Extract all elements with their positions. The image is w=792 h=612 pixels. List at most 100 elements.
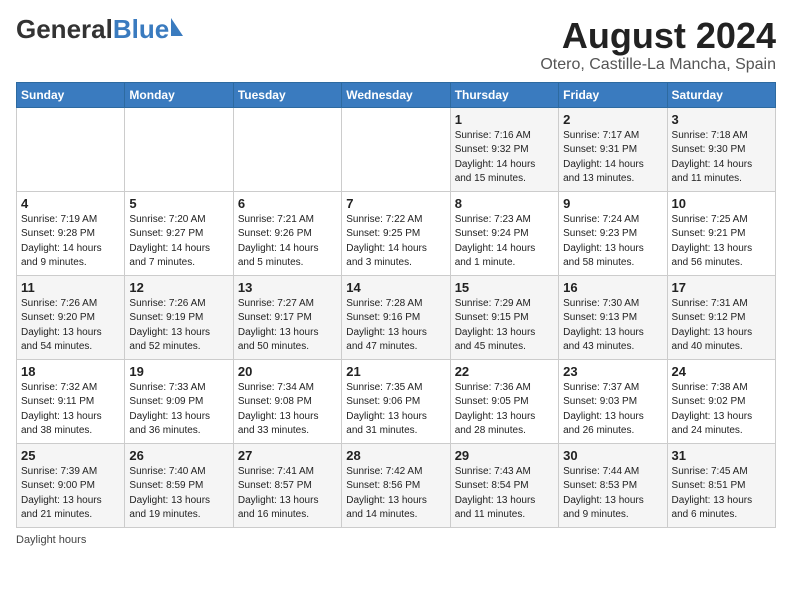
- week-row-5: 25 Sunrise: 7:39 AM Sunset: 9:00 PM Dayli…: [17, 443, 776, 527]
- calendar-cell: 30 Sunrise: 7:44 AM Sunset: 8:53 PM Dayli…: [559, 443, 667, 527]
- day-number: 29: [455, 448, 554, 463]
- day-info: Sunrise: 7:39 AM Sunset: 9:00 PM Dayligh…: [21, 465, 120, 523]
- day-number: 21: [346, 364, 445, 379]
- day-number: 28: [346, 448, 445, 463]
- day-number: 20: [238, 364, 337, 379]
- calendar-cell: 7 Sunrise: 7:22 AM Sunset: 9:25 PM Daylig…: [342, 191, 450, 275]
- day-info: Sunrise: 7:23 AM Sunset: 9:24 PM Dayligh…: [455, 213, 554, 271]
- day-number: 18: [21, 364, 120, 379]
- day-number: 24: [672, 364, 771, 379]
- week-row-4: 18 Sunrise: 7:32 AM Sunset: 9:11 PM Dayli…: [17, 359, 776, 443]
- day-info: Sunrise: 7:38 AM Sunset: 9:02 PM Dayligh…: [672, 381, 771, 439]
- calendar-cell: 28Sunrise: 7:42 AM Sunset: 8:56 PM Dayli…: [342, 443, 450, 527]
- day-info: Sunrise: 7:45 AM Sunset: 8:51 PM Dayligh…: [672, 465, 771, 523]
- day-number: 2: [563, 112, 662, 127]
- calendar-cell: 20 Sunrise: 7:34 AM Sunset: 9:08 PM Dayli…: [233, 359, 341, 443]
- day-info: Sunrise: 7:27 AM Sunset: 9:17 PM Dayligh…: [238, 297, 337, 355]
- logo-blue: Blue: [113, 14, 169, 44]
- calendar-cell: [125, 107, 233, 191]
- day-info: Sunrise: 7:36 AM Sunset: 9:05 PM Dayligh…: [455, 381, 554, 439]
- calendar-cell: 17 Sunrise: 7:31 AM Sunset: 9:12 PM Dayli…: [667, 275, 775, 359]
- day-number: 11: [21, 280, 120, 295]
- logo-triangle-icon: [171, 18, 183, 36]
- calendar-cell: 29 Sunrise: 7:43 AM Sunset: 8:54 PM Dayli…: [450, 443, 558, 527]
- calendar-cell: 31 Sunrise: 7:45 AM Sunset: 8:51 PM Dayli…: [667, 443, 775, 527]
- header-day-monday: Monday: [125, 82, 233, 107]
- day-info: Sunrise: 7:16 AM Sunset: 9:32 PM Dayligh…: [455, 129, 554, 187]
- day-number: 26: [129, 448, 228, 463]
- week-row-1: 1 Sunrise: 7:16 AM Sunset: 9:32 PM Daylig…: [17, 107, 776, 191]
- day-number: 23: [563, 364, 662, 379]
- day-number: 4: [21, 196, 120, 211]
- calendar-cell: 11 Sunrise: 7:26 AM Sunset: 9:20 PM Dayli…: [17, 275, 125, 359]
- calendar-cell: 10 Sunrise: 7:25 AM Sunset: 9:21 PM Dayli…: [667, 191, 775, 275]
- day-info: Sunrise: 7:26 AM Sunset: 9:19 PM Dayligh…: [129, 297, 228, 355]
- day-number: 25: [21, 448, 120, 463]
- header-day-saturday: Saturday: [667, 82, 775, 107]
- day-info: Sunrise: 7:44 AM Sunset: 8:53 PM Dayligh…: [563, 465, 662, 523]
- day-number: 3: [672, 112, 771, 127]
- day-number: 19: [129, 364, 228, 379]
- calendar-cell: 22 Sunrise: 7:36 AM Sunset: 9:05 PM Dayli…: [450, 359, 558, 443]
- day-number: 16: [563, 280, 662, 295]
- day-info: Sunrise: 7:18 AM Sunset: 9:30 PM Dayligh…: [672, 129, 771, 187]
- title-block: August 2024 Otero, Castille-La Mancha, S…: [540, 16, 776, 74]
- day-info: Sunrise: 7:30 AM Sunset: 9:13 PM Dayligh…: [563, 297, 662, 355]
- day-info: Sunrise: 7:17 AM Sunset: 9:31 PM Dayligh…: [563, 129, 662, 187]
- header-day-wednesday: Wednesday: [342, 82, 450, 107]
- calendar-cell: 4 Sunrise: 7:19 AM Sunset: 9:28 PM Daylig…: [17, 191, 125, 275]
- day-number: 9: [563, 196, 662, 211]
- day-info: Sunrise: 7:37 AM Sunset: 9:03 PM Dayligh…: [563, 381, 662, 439]
- calendar-cell: 12 Sunrise: 7:26 AM Sunset: 9:19 PM Dayli…: [125, 275, 233, 359]
- day-info: Sunrise: 7:25 AM Sunset: 9:21 PM Dayligh…: [672, 213, 771, 271]
- day-number: 14: [346, 280, 445, 295]
- day-number: 12: [129, 280, 228, 295]
- day-info: Sunrise: 7:41 AM Sunset: 8:57 PM Dayligh…: [238, 465, 337, 523]
- daylight-hours-label: Daylight hours: [16, 534, 86, 546]
- calendar-cell: 2 Sunrise: 7:17 AM Sunset: 9:31 PM Daylig…: [559, 107, 667, 191]
- calendar-cell: 26Sunrise: 7:40 AM Sunset: 8:59 PM Dayli…: [125, 443, 233, 527]
- day-info: Sunrise: 7:24 AM Sunset: 9:23 PM Dayligh…: [563, 213, 662, 271]
- day-info: Sunrise: 7:43 AM Sunset: 8:54 PM Dayligh…: [455, 465, 554, 523]
- day-number: 17: [672, 280, 771, 295]
- calendar-cell: [342, 107, 450, 191]
- header-day-tuesday: Tuesday: [233, 82, 341, 107]
- calendar-cell: 16 Sunrise: 7:30 AM Sunset: 9:13 PM Dayli…: [559, 275, 667, 359]
- calendar-cell: 13 Sunrise: 7:27 AM Sunset: 9:17 PM Dayli…: [233, 275, 341, 359]
- day-info: Sunrise: 7:32 AM Sunset: 9:11 PM Dayligh…: [21, 381, 120, 439]
- day-number: 13: [238, 280, 337, 295]
- day-number: 31: [672, 448, 771, 463]
- calendar-cell: 21Sunrise: 7:35 AM Sunset: 9:06 PM Dayli…: [342, 359, 450, 443]
- calendar-cell: 24 Sunrise: 7:38 AM Sunset: 9:02 PM Dayli…: [667, 359, 775, 443]
- day-info: Sunrise: 7:22 AM Sunset: 9:25 PM Dayligh…: [346, 213, 445, 271]
- day-number: 15: [455, 280, 554, 295]
- day-number: 8: [455, 196, 554, 211]
- calendar-cell: 25 Sunrise: 7:39 AM Sunset: 9:00 PM Dayli…: [17, 443, 125, 527]
- calendar-cell: 27Sunrise: 7:41 AM Sunset: 8:57 PM Dayli…: [233, 443, 341, 527]
- day-number: 30: [563, 448, 662, 463]
- logo: General Blue: [16, 16, 169, 43]
- calendar-cell: [233, 107, 341, 191]
- day-number: 10: [672, 196, 771, 211]
- calendar-cell: 15Sunrise: 7:29 AM Sunset: 9:15 PM Dayli…: [450, 275, 558, 359]
- header-day-sunday: Sunday: [17, 82, 125, 107]
- calendar-cell: 19 Sunrise: 7:33 AM Sunset: 9:09 PM Dayli…: [125, 359, 233, 443]
- calendar-cell: 14Sunrise: 7:28 AM Sunset: 9:16 PM Dayli…: [342, 275, 450, 359]
- day-info: Sunrise: 7:31 AM Sunset: 9:12 PM Dayligh…: [672, 297, 771, 355]
- calendar-cell: 18 Sunrise: 7:32 AM Sunset: 9:11 PM Dayli…: [17, 359, 125, 443]
- week-row-3: 11 Sunrise: 7:26 AM Sunset: 9:20 PM Dayli…: [17, 275, 776, 359]
- day-info: Sunrise: 7:33 AM Sunset: 9:09 PM Dayligh…: [129, 381, 228, 439]
- day-info: Sunrise: 7:20 AM Sunset: 9:27 PM Dayligh…: [129, 213, 228, 271]
- week-row-2: 4 Sunrise: 7:19 AM Sunset: 9:28 PM Daylig…: [17, 191, 776, 275]
- day-number: 6: [238, 196, 337, 211]
- header-day-thursday: Thursday: [450, 82, 558, 107]
- calendar-cell: 8 Sunrise: 7:23 AM Sunset: 9:24 PM Daylig…: [450, 191, 558, 275]
- day-number: 7: [346, 196, 445, 211]
- day-number: 22: [455, 364, 554, 379]
- day-info: Sunrise: 7:34 AM Sunset: 9:08 PM Dayligh…: [238, 381, 337, 439]
- logo-general: General: [16, 16, 113, 42]
- header-day-friday: Friday: [559, 82, 667, 107]
- day-number: 1: [455, 112, 554, 127]
- day-info: Sunrise: 7:19 AM Sunset: 9:28 PM Dayligh…: [21, 213, 120, 271]
- day-info: Sunrise: 7:26 AM Sunset: 9:20 PM Dayligh…: [21, 297, 120, 355]
